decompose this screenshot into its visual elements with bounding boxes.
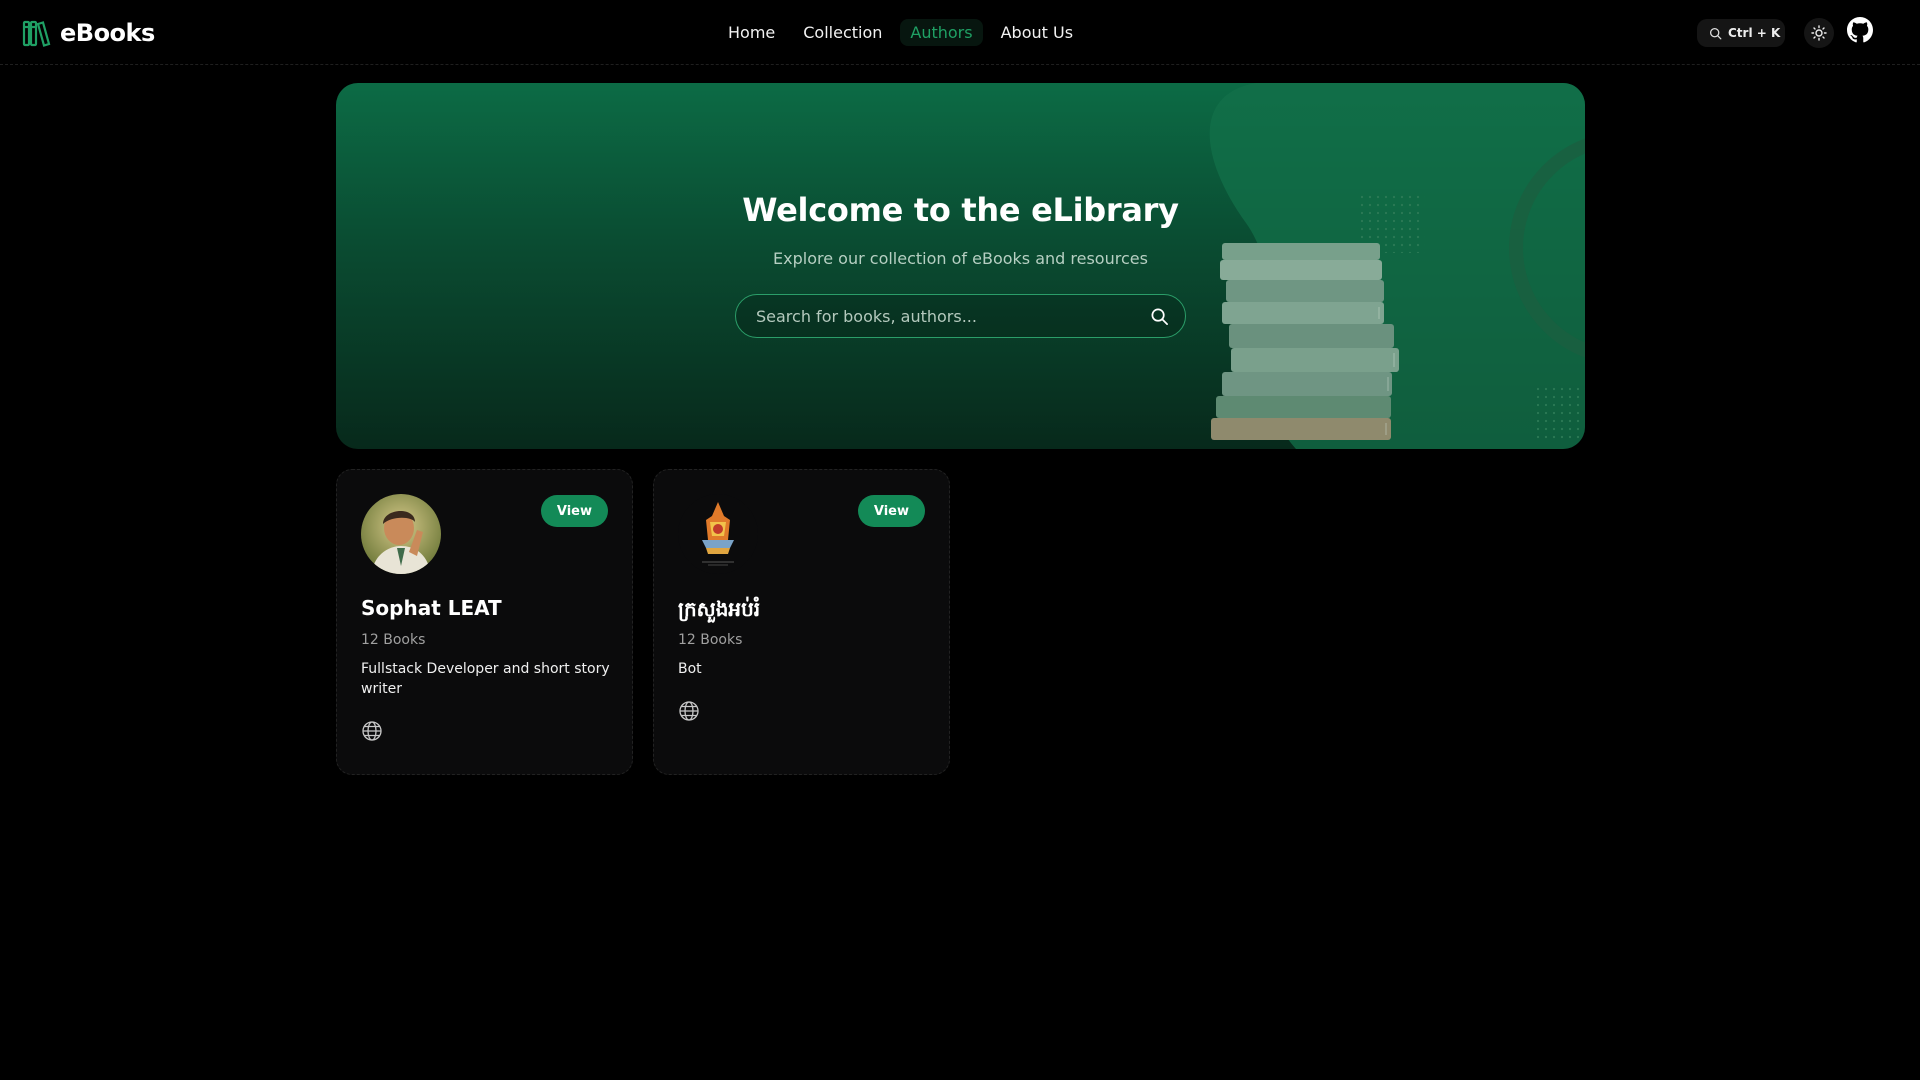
view-author-button[interactable]: View: [540, 495, 608, 527]
hero-search-box: [735, 294, 1186, 338]
hero-subtitle: Explore our collection of eBooks and res…: [773, 249, 1148, 268]
author-bio: Fullstack Developer and short story writ…: [361, 661, 610, 697]
author-card: View Sophat LEAT 12 Books Fullstack Deve…: [336, 469, 633, 775]
author-book-count: 12 Books: [361, 632, 426, 648]
nav-home[interactable]: Home: [718, 19, 785, 46]
books-logo-icon: [22, 20, 51, 47]
top-navbar: eBooks Home Collection Authors About Us …: [0, 0, 1920, 65]
author-bio: Bot: [678, 661, 702, 677]
author-card: View ក្រសួងអប់រំ 12 Books Bot: [653, 469, 950, 775]
view-author-button[interactable]: View: [857, 495, 925, 527]
sun-icon: [1811, 25, 1827, 41]
nav-collection[interactable]: Collection: [793, 19, 892, 46]
search-icon: [1709, 27, 1722, 39]
nav-about-us[interactable]: About Us: [991, 19, 1083, 46]
nav-authors[interactable]: Authors: [900, 19, 983, 46]
hero-search-input[interactable]: [756, 295, 1136, 337]
search-shortcut-label: Ctrl + K: [1728, 26, 1781, 40]
author-name: Sophat LEAT: [361, 596, 502, 620]
book-stack-illustration: [1211, 243, 1399, 440]
author-avatar: [361, 494, 441, 574]
search-icon[interactable]: [1150, 307, 1169, 326]
globe-icon[interactable]: [678, 700, 700, 722]
theme-toggle-button[interactable]: [1804, 18, 1834, 48]
hero-banner: Welcome to the eLibrary Explore our coll…: [336, 83, 1585, 449]
author-name: ក្រសួងអប់រំ: [678, 597, 761, 621]
main-nav: Home Collection Authors About Us: [718, 19, 1083, 46]
hero-title: Welcome to the eLibrary: [742, 191, 1179, 229]
github-icon[interactable]: [1847, 17, 1873, 43]
brand-link[interactable]: eBooks: [22, 18, 155, 48]
globe-icon[interactable]: [361, 720, 383, 742]
brand-name: eBooks: [60, 19, 155, 47]
command-search-button[interactable]: Ctrl + K: [1697, 19, 1785, 47]
author-avatar: [678, 494, 758, 574]
author-book-count: 12 Books: [678, 632, 743, 648]
